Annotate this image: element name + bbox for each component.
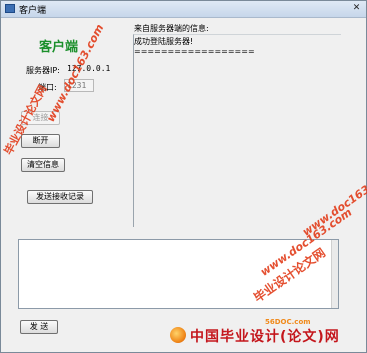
connect-button[interactable]: 连接 bbox=[21, 111, 60, 125]
disconnect-button[interactable]: 断开 bbox=[21, 134, 60, 148]
port-input[interactable] bbox=[64, 79, 94, 92]
send-message-textarea[interactable] bbox=[18, 239, 339, 309]
footer-site: 56DOC.com bbox=[265, 318, 311, 326]
send-receive-log-button[interactable]: 发送接收记录 bbox=[27, 190, 93, 204]
client-logo-text: 客户端 bbox=[39, 40, 79, 55]
textarea-scrollbar[interactable] bbox=[331, 240, 338, 308]
server-ip-input[interactable] bbox=[65, 62, 131, 75]
clear-info-button[interactable]: 清空信息 bbox=[21, 158, 65, 172]
close-button[interactable]: ✕ bbox=[351, 3, 362, 14]
send-button[interactable]: 发 送 bbox=[20, 320, 58, 334]
footer-brand: 中国毕业设计(论文)网 bbox=[190, 329, 340, 345]
server-messages-log[interactable]: 成功登陆服务器! ================== bbox=[134, 37, 339, 226]
globe-icon bbox=[170, 327, 186, 343]
log-line: 成功登陆服务器! bbox=[134, 37, 194, 46]
footer-logo: 56DOC.com 中国毕业设计(论文)网 bbox=[170, 318, 365, 346]
app-icon bbox=[5, 4, 15, 13]
window-title: 客户端 bbox=[19, 6, 47, 16]
title-bar[interactable]: 客户端 ✕ bbox=[1, 1, 366, 18]
server-ip-label: 服务器IP: bbox=[26, 66, 60, 75]
log-line: ================== bbox=[134, 47, 255, 56]
client-window: 客户端 ✕ 客户端 服务器IP: 端口: 连接 断开 清空信息 发送接收记录 来… bbox=[0, 0, 367, 353]
port-label: 端口: bbox=[38, 83, 57, 92]
server-messages-title: 来自服务器端的信息: bbox=[134, 24, 209, 33]
